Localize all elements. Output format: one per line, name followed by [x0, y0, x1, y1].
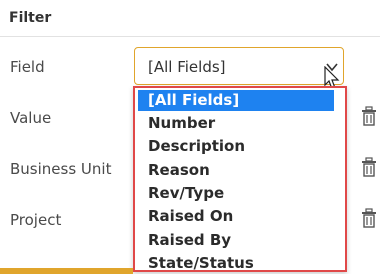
- dropdown-option-reason[interactable]: Reason: [148, 161, 210, 179]
- dropdown-option-number[interactable]: Number: [148, 114, 215, 132]
- trash-icon[interactable]: [360, 106, 378, 126]
- dropdown-option-raised-by[interactable]: Raised By: [148, 231, 231, 249]
- dropdown-option-state-status[interactable]: State/Status: [148, 254, 254, 272]
- filter-title: Filter: [9, 10, 52, 26]
- trash-icon[interactable]: [360, 157, 378, 177]
- field-label: Field: [10, 58, 45, 76]
- title-divider: [0, 36, 380, 37]
- field-select-value: [All Fields]: [148, 58, 226, 76]
- field-dropdown-list: [All Fields] Number Description Reason R…: [133, 86, 347, 272]
- dropdown-option-all-fields[interactable]: [All Fields]: [138, 90, 334, 111]
- apply-button[interactable]: [0, 268, 133, 274]
- value-label: Value: [10, 109, 52, 127]
- dropdown-option-rev-type[interactable]: Rev/Type: [148, 184, 224, 202]
- trash-icon[interactable]: [360, 208, 378, 228]
- project-label: Project: [10, 211, 62, 229]
- dropdown-option-raised-on[interactable]: Raised On: [148, 207, 233, 225]
- business-unit-label: Business Unit: [10, 160, 112, 178]
- field-select[interactable]: [All Fields]: [134, 47, 344, 85]
- dropdown-scrollbar[interactable]: [337, 90, 345, 270]
- dropdown-option-description[interactable]: Description: [148, 137, 245, 155]
